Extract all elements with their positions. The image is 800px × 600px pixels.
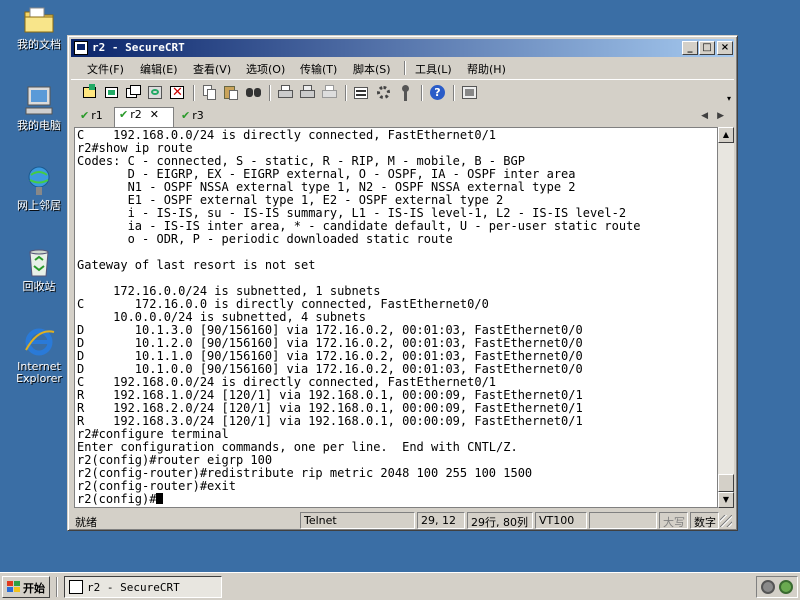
desktop-icon-label: 我的电脑 (17, 119, 61, 132)
start-button[interactable]: 开始 (2, 576, 50, 598)
start-label: 开始 (23, 582, 45, 595)
status-ready: 就绪 (75, 516, 97, 529)
menu-view[interactable]: 查看(V) (193, 61, 231, 77)
taskbar-securecrt-button[interactable]: r2 - SecureCRT (64, 576, 222, 598)
minimize-button[interactable]: _ (682, 41, 698, 55)
keymap-icon[interactable] (397, 84, 415, 102)
help-icon[interactable]: ? (429, 84, 447, 102)
desktop-icon-internet-explorer[interactable]: Internet Explorer (6, 326, 72, 385)
desktop-icon-network[interactable]: 网上邻居 (6, 165, 72, 212)
tab-icon[interactable] (125, 84, 143, 102)
scroll-down-icon[interactable]: ▼ (718, 492, 734, 508)
desktop-icon-my-computer[interactable]: 我的电脑 (6, 85, 72, 132)
securecrt-app-icon[interactable] (74, 41, 88, 55)
tab-r1[interactable]: ✔ r1 (76, 109, 114, 127)
menu-options[interactable]: 选项(O) (246, 61, 285, 77)
close-button[interactable]: × (717, 41, 733, 55)
session-options-icon[interactable] (353, 84, 371, 102)
folder-icon (22, 4, 56, 36)
window-title: r2 - SecureCRT (92, 41, 185, 54)
tab-label: r1 (91, 109, 103, 122)
terminal-output[interactable]: C 192.168.0.0/24 is directly connected, … (74, 127, 718, 508)
status-empty-field (589, 512, 657, 529)
terminal-text: C 192.168.0.0/24 is directly connected, … (77, 128, 641, 506)
menu-tools[interactable]: 工具(L) (415, 61, 452, 77)
connected-check-icon: ✔ (80, 109, 90, 122)
toolbar-separator (193, 85, 195, 101)
desktop-icon-label: 回收站 (22, 280, 56, 293)
session-tab-bar: ✔ r1 ✔ r2 ✕ ✔ r3 ◀ ▶ (71, 107, 734, 127)
maximize-button[interactable]: □ (699, 41, 715, 55)
menu-separator (404, 61, 406, 75)
find-icon[interactable] (245, 84, 263, 102)
desktop-icon-label: Internet Explorer (16, 360, 62, 385)
internet-explorer-icon (22, 326, 56, 358)
paste-icon[interactable] (223, 84, 241, 102)
toolbar-separator (269, 85, 271, 101)
desktop-icon-recycle-bin[interactable]: 回收站 (6, 246, 72, 293)
menu-transfer[interactable]: 传输(T) (300, 61, 337, 77)
tab-label: r3 (192, 109, 204, 122)
recycle-bin-icon (22, 246, 56, 278)
tray-security-icon[interactable] (761, 580, 775, 594)
desktop-icon-label: 我的文档 (17, 38, 61, 51)
scrollbar-thumb[interactable] (718, 474, 734, 492)
status-protocol: Telnet (300, 512, 415, 529)
terminal-cursor (156, 493, 164, 504)
toolbar-separator (345, 85, 347, 101)
toolbar-separator (453, 85, 455, 101)
securecrt-window: r2 - SecureCRT _ □ × 文件(F) 编辑(E) 查看(V) 选… (67, 35, 738, 531)
close-tab-icon[interactable]: ✕ (150, 108, 159, 121)
terminal-scrollbar[interactable]: ▲ ▼ (718, 127, 734, 508)
quick-connect-icon[interactable] (103, 84, 121, 102)
sftp-icon[interactable] (461, 84, 479, 102)
system-tray (756, 576, 798, 598)
taskbar-separator (56, 577, 58, 597)
toolbar: ✕ ? ▾ (71, 79, 734, 105)
status-terminal-size: 29行, 80列 (467, 512, 533, 529)
tray-network-icon[interactable] (779, 580, 793, 594)
desktop-icon-my-documents[interactable]: 我的文档 (6, 4, 72, 51)
taskbar: 开始 r2 - SecureCRT (0, 572, 800, 600)
securecrt-taskbar-icon (69, 580, 83, 594)
tab-label: r2 (130, 108, 142, 121)
tab-r3[interactable]: ✔ r3 (177, 109, 215, 127)
connected-check-icon: ✔ (119, 108, 129, 121)
copy-icon[interactable] (201, 84, 219, 102)
print-icon[interactable] (277, 84, 295, 102)
menu-file[interactable]: 文件(F) (87, 61, 124, 77)
network-icon (22, 165, 56, 197)
scroll-up-icon[interactable]: ▲ (718, 127, 734, 143)
title-bar[interactable]: r2 - SecureCRT _ □ × (71, 39, 734, 57)
windows-flag-icon (7, 581, 21, 594)
computer-icon (22, 85, 56, 117)
tab-r2[interactable]: ✔ r2 ✕ (114, 107, 174, 127)
status-emulation: VT100 (535, 512, 587, 529)
toolbar-separator (421, 85, 423, 101)
menu-bar: 文件(F) 编辑(E) 查看(V) 选项(O) 传输(T) 脚本(S) 工具(L… (71, 58, 734, 78)
desktop-icon-label: 网上邻居 (17, 199, 61, 212)
menu-edit[interactable]: 编辑(E) (140, 61, 178, 77)
menu-script[interactable]: 脚本(S) (353, 61, 391, 77)
status-num-lock: 数字 (690, 512, 719, 529)
connect-icon[interactable] (81, 84, 99, 102)
connected-check-icon: ✔ (181, 109, 191, 122)
status-caps-lock: 大写 (659, 512, 688, 529)
status-bar: 就绪 Telnet 29, 12 29行, 80列 VT100 大写 数字 (71, 512, 734, 529)
tab-scroll-left-icon[interactable]: ◀ (701, 111, 708, 121)
print-screen-icon[interactable] (321, 84, 339, 102)
taskbar-button-label: r2 - SecureCRT (87, 581, 180, 594)
print-setup-icon[interactable] (299, 84, 317, 102)
menu-help[interactable]: 帮助(H) (467, 61, 506, 77)
disconnect-icon[interactable]: ✕ (169, 84, 187, 102)
resize-grip-icon[interactable] (720, 515, 732, 527)
toolbar-overflow-icon[interactable]: ▾ (727, 94, 731, 103)
status-cursor-position: 29, 12 (417, 512, 465, 529)
reconnect-icon[interactable] (147, 84, 165, 102)
tab-scroll-right-icon[interactable]: ▶ (717, 111, 724, 121)
global-options-icon[interactable] (375, 84, 393, 102)
